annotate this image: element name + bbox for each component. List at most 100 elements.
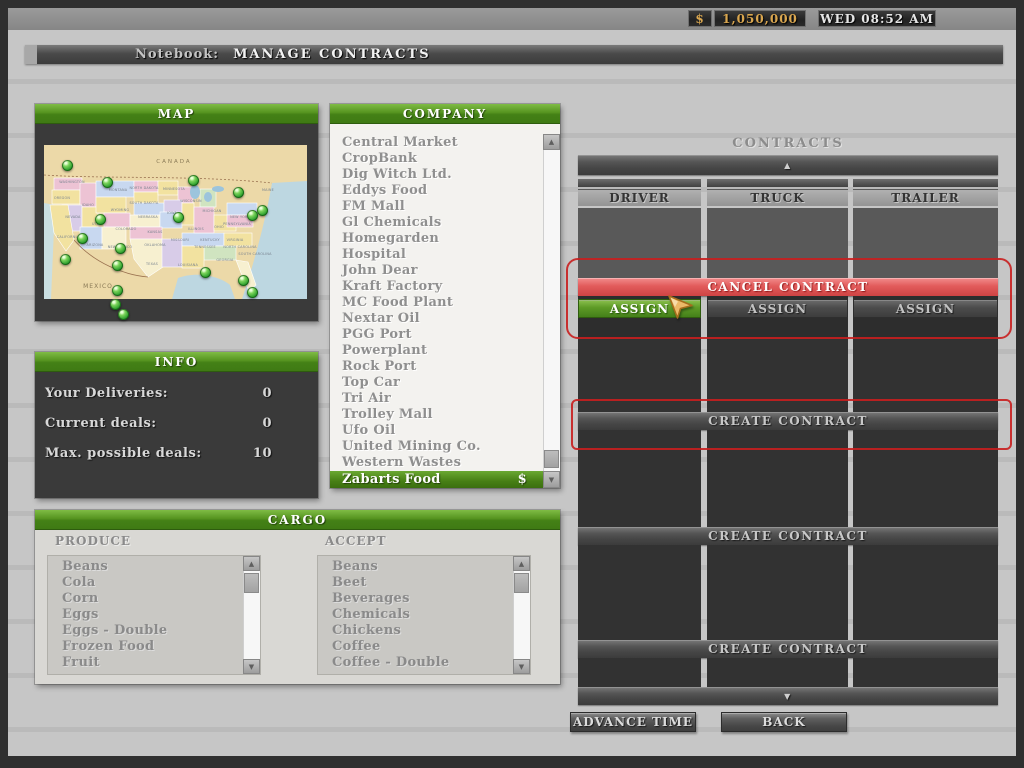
company-list-item[interactable]: Hospital: [330, 247, 543, 263]
scrollbar-thumb[interactable]: [244, 573, 259, 593]
truck-cell[interactable]: [707, 208, 848, 278]
produce-list-item[interactable]: Eggs - Double: [48, 623, 243, 639]
cancel-contract-button[interactable]: CANCEL CONTRACT: [578, 278, 998, 296]
map-pin-icon[interactable]: [110, 299, 121, 310]
scroll-up-button[interactable]: ▲: [543, 134, 560, 150]
money-value: 1,050,000: [722, 12, 798, 26]
scrollbar-thumb[interactable]: [514, 573, 529, 593]
accept-list-item[interactable]: Coffee - Double: [318, 655, 513, 671]
accept-list-item[interactable]: Beverages: [318, 591, 513, 607]
trailer-cell[interactable]: [853, 545, 998, 640]
map-pin-icon[interactable]: [257, 205, 268, 216]
assign-driver-button[interactable]: ASSIGN: [578, 299, 701, 318]
map-pin-icon[interactable]: [62, 160, 73, 171]
advance-time-button[interactable]: ADVANCE TIME: [570, 712, 696, 732]
map-pin-icon[interactable]: [233, 187, 244, 198]
accept-list-item[interactable]: Chickens: [318, 623, 513, 639]
company-list-item-selected[interactable]: Zabarts Food $: [330, 471, 543, 488]
map-pin-icon[interactable]: [188, 175, 199, 186]
map-pin-icon[interactable]: [77, 233, 88, 244]
map-pin-icon[interactable]: [200, 267, 211, 278]
driver-cell[interactable]: [578, 338, 701, 412]
trailer-cell[interactable]: [853, 430, 998, 527]
scroll-down-button[interactable]: ▼: [243, 659, 260, 674]
truck-cell[interactable]: [707, 338, 848, 412]
produce-list-item[interactable]: Corn: [48, 591, 243, 607]
create-contract-button[interactable]: CREATE CONTRACT: [578, 412, 998, 430]
assign-trailer-button[interactable]: ASSIGN: [853, 299, 998, 318]
scrollbar-thumb[interactable]: [544, 450, 559, 468]
company-list-item[interactable]: FM Mall: [330, 199, 543, 215]
company-list-item[interactable]: Ufo Oil: [330, 423, 543, 439]
accept-list-item[interactable]: Coffee: [318, 639, 513, 655]
produce-listbox: BeansColaCornEggsEggs - DoubleFrozen Foo…: [48, 556, 260, 674]
trailer-cell[interactable]: [853, 658, 998, 687]
map-pin-icon[interactable]: [247, 287, 258, 298]
map-pin-icon[interactable]: [247, 210, 258, 221]
company-list-item[interactable]: Tri Air: [330, 391, 543, 407]
create-contract-button[interactable]: CREATE CONTRACT: [578, 527, 998, 545]
map-pin-icon[interactable]: [112, 285, 123, 296]
company-list-item[interactable]: MC Food Plant: [330, 295, 543, 311]
driver-cell[interactable]: [578, 545, 701, 640]
company-list-item[interactable]: Western Wastes: [330, 455, 543, 471]
map-pin-icon[interactable]: [118, 309, 129, 320]
map-pin-icon[interactable]: [102, 177, 113, 188]
company-list-item[interactable]: Top Car: [330, 375, 543, 391]
map-pin-icon[interactable]: [173, 212, 184, 223]
map-pin-icon[interactable]: [115, 243, 126, 254]
map-pin-icon[interactable]: [112, 260, 123, 271]
company-list-item[interactable]: Kraft Factory: [330, 279, 543, 295]
accept-list-item[interactable]: Beans: [318, 559, 513, 575]
company-list-item[interactable]: Trolley Mall: [330, 407, 543, 423]
scroll-up-button[interactable]: ▲: [243, 556, 260, 571]
company-list-item[interactable]: Rock Port: [330, 359, 543, 375]
accept-scrollbar[interactable]: ▲ ▼: [513, 556, 530, 674]
company-list-item[interactable]: Eddys Food: [330, 183, 543, 199]
scroll-down-button[interactable]: ▼: [543, 471, 560, 488]
contracts-scroll-up-bar[interactable]: ▲: [578, 155, 998, 175]
driver-cell[interactable]: [578, 208, 701, 278]
trailer-cell[interactable]: [853, 338, 998, 412]
scroll-down-button[interactable]: ▼: [513, 659, 530, 674]
map-pin-icon[interactable]: [60, 254, 71, 265]
contracts-scroll-down-bar[interactable]: ▼: [578, 687, 998, 705]
company-list-item[interactable]: Gl Chemicals: [330, 215, 543, 231]
accept-list-item[interactable]: Beet: [318, 575, 513, 591]
column-top-strips: [578, 179, 998, 187]
produce-list-item[interactable]: Cola: [48, 575, 243, 591]
company-list-item[interactable]: PGG Port: [330, 327, 543, 343]
produce-list-item[interactable]: Fruit: [48, 655, 243, 671]
accept-list-item[interactable]: Chemicals: [318, 607, 513, 623]
back-button[interactable]: BACK: [721, 712, 847, 732]
company-list-item[interactable]: John Dear: [330, 263, 543, 279]
company-list-item[interactable]: Dig Witch Ltd.: [330, 167, 543, 183]
company-list-item[interactable]: Central Market: [330, 135, 543, 151]
info-label: Your Deliveries:: [45, 386, 168, 401]
truck-cell[interactable]: [707, 430, 848, 527]
company-list-item[interactable]: CropBank: [330, 151, 543, 167]
truck-cell[interactable]: [707, 545, 848, 640]
produce-list-item[interactable]: Frozen Food: [48, 639, 243, 655]
create-contract-button[interactable]: CREATE CONTRACT: [578, 640, 998, 658]
scroll-up-button[interactable]: ▲: [513, 556, 530, 571]
company-list-item[interactable]: Homegarden: [330, 231, 543, 247]
company-list-item[interactable]: Powerplant: [330, 343, 543, 359]
company-list-item[interactable]: United Mining Co.: [330, 439, 543, 455]
produce-list-item[interactable]: Beans: [48, 559, 243, 575]
driver-cell[interactable]: [578, 658, 701, 687]
map-pin-icon[interactable]: [95, 214, 106, 225]
column-strip: [578, 179, 701, 187]
driver-cell[interactable]: [578, 430, 701, 527]
truck-cell[interactable]: [707, 658, 848, 687]
produce-scrollbar[interactable]: ▲ ▼: [243, 556, 260, 674]
map-panel-header: MAP: [35, 104, 318, 124]
money-icon[interactable]: $: [688, 10, 712, 27]
produce-list-item[interactable]: Eggs: [48, 607, 243, 623]
map-pin-icon[interactable]: [238, 275, 249, 286]
company-scrollbar[interactable]: ▲ ▼: [543, 134, 560, 488]
title-prefix: Notebook:: [135, 47, 219, 62]
company-list-item[interactable]: Nextar Oil: [330, 311, 543, 327]
assign-truck-button[interactable]: ASSIGN: [707, 299, 848, 318]
trailer-cell[interactable]: [853, 208, 998, 278]
